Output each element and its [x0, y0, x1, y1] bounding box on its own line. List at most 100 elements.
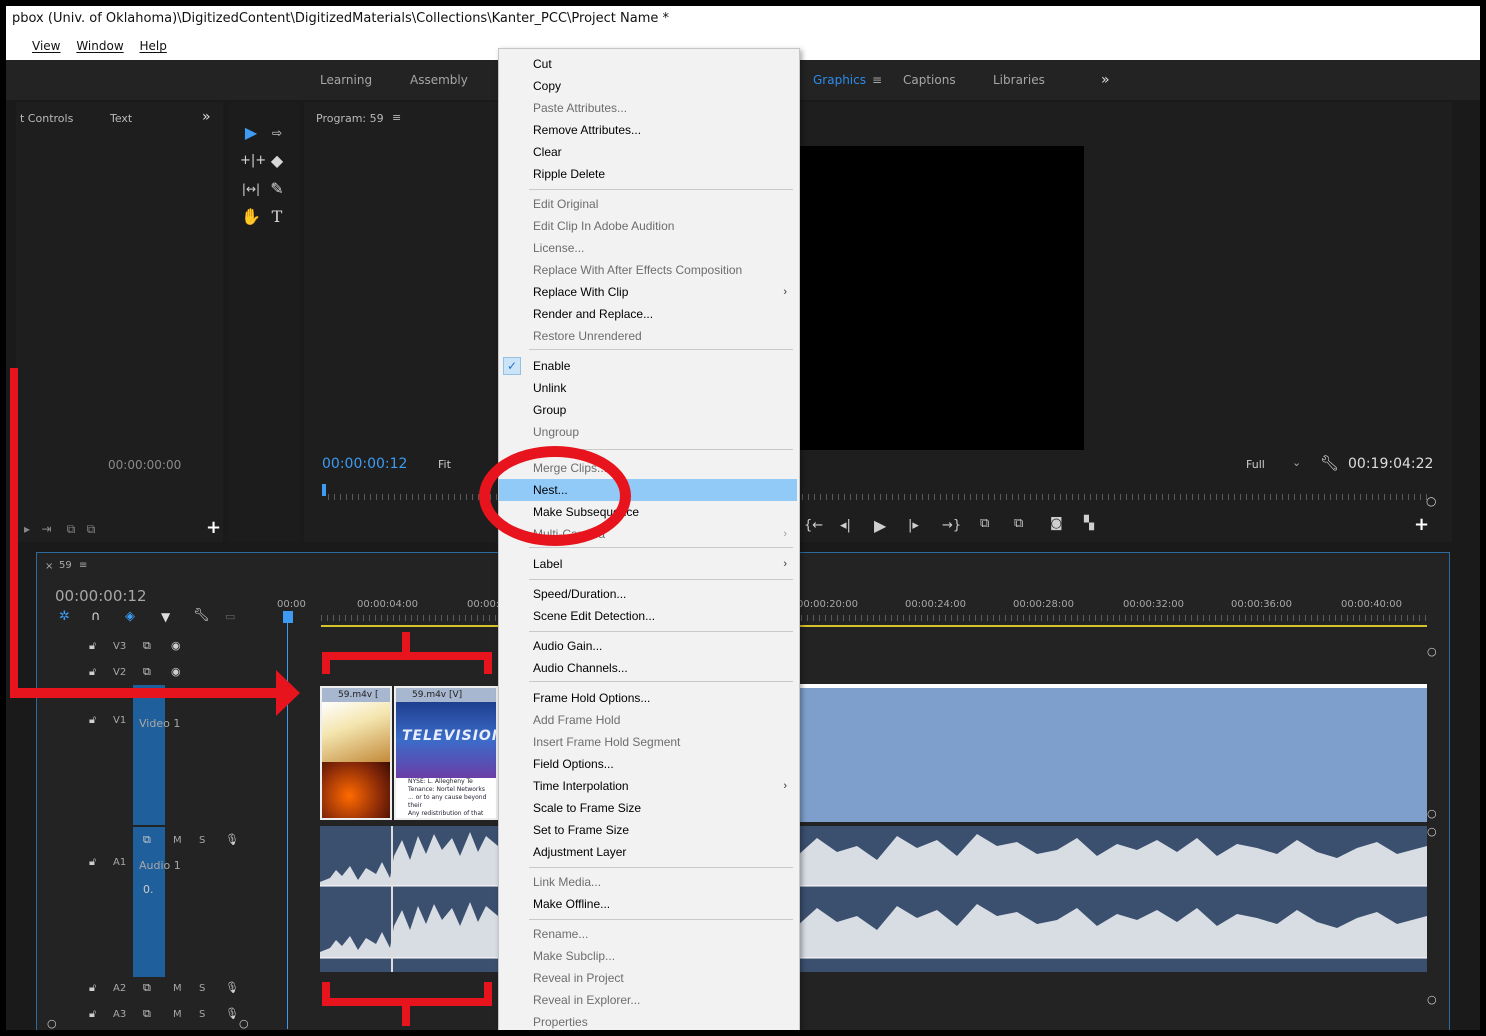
v2-eye-icon[interactable]: ◉ [171, 665, 181, 678]
audio-clip-left[interactable] [320, 826, 498, 972]
pen-tool-icon[interactable]: ✎ [266, 178, 288, 200]
menu-item-render-and-replace[interactable]: Render and Replace... [499, 303, 797, 325]
video-clip-selected[interactable] [797, 684, 1427, 822]
tab-text[interactable]: Text [110, 112, 132, 125]
a1-sync-icon[interactable]: ⧉ [143, 833, 151, 847]
captions-icon[interactable]: ▭ [225, 610, 235, 623]
a3-lock-icon[interactable]: 🔓︎ [89, 1007, 96, 1021]
add-edit-icon[interactable]: ◈ [125, 609, 135, 624]
hand-tool-icon[interactable]: ✋ [240, 206, 262, 228]
go-to-out-icon[interactable]: →} [942, 518, 961, 533]
add-button-icon[interactable]: + [206, 517, 221, 538]
lift-icon[interactable]: ⧉ [980, 516, 989, 531]
type-tool-icon[interactable]: T [266, 206, 288, 228]
timeline-close-icon[interactable]: × [45, 561, 53, 572]
menu-item-frame-hold-options[interactable]: Frame Hold Options... [499, 687, 797, 709]
track-v1[interactable]: V1 [113, 715, 126, 726]
a2-solo[interactable]: S [199, 983, 205, 994]
a2-sync-icon[interactable]: ⧉ [143, 981, 151, 995]
program-tab[interactable]: Program: 59 [316, 112, 384, 125]
quality-select[interactable]: Full [1246, 458, 1265, 471]
a2-lock-icon[interactable]: 🔓︎ [89, 981, 96, 995]
track-a1[interactable]: A1 [113, 857, 126, 868]
menu-item-edit-clip-in-adobe-audition[interactable]: Edit Clip In Adobe Audition [499, 215, 797, 237]
razor-tool-icon[interactable]: ◆ [266, 150, 288, 172]
menu-item-properties[interactable]: Properties [499, 1011, 797, 1030]
timeline-playhead[interactable] [283, 611, 293, 623]
menu-item-enable[interactable]: Enable ✓ [499, 355, 797, 377]
v1-source-patch[interactable] [133, 685, 165, 825]
menu-help[interactable]: Help [139, 32, 166, 60]
snap-icon[interactable]: ✲ [59, 609, 70, 624]
a1-source-patch[interactable] [133, 827, 165, 977]
timeline-ruler[interactable] [321, 615, 1427, 621]
timeline-timecode[interactable]: 00:00:00:12 [55, 587, 147, 605]
menu-item-audio-channels[interactable]: Audio Channels... [499, 657, 797, 679]
workspace-libraries[interactable]: Libraries [993, 60, 1045, 100]
play-icon[interactable]: ▶ [874, 516, 886, 535]
workspace-overflow-icon[interactable]: » [1101, 60, 1110, 100]
menu-item-make-subclip[interactable]: Make Subclip... [499, 945, 797, 967]
v2-sync-icon[interactable]: ⧉ [143, 665, 151, 679]
menu-item-audio-gain[interactable]: Audio Gain... [499, 635, 797, 657]
a3-solo[interactable]: S [199, 1009, 205, 1020]
workspace-assembly[interactable]: Assembly [410, 60, 468, 100]
v2-lock-icon[interactable]: 🔓︎ [89, 665, 96, 679]
selection-tool-icon[interactable]: ▶ [240, 122, 262, 144]
wrench-icon[interactable]: 🔧︎ [1320, 454, 1339, 472]
menu-item-insert-frame-hold-segment[interactable]: Insert Frame Hold Segment [499, 731, 797, 753]
video-clip-1[interactable]: 59.m4v [ [320, 686, 392, 820]
a1-lock-icon[interactable]: 🔓︎ [89, 855, 96, 869]
menu-item-adjustment-layer[interactable]: Adjustment Layer [499, 841, 797, 863]
panel-overflow-icon[interactable]: » [202, 109, 211, 125]
comparison-view-icon[interactable]: ▚ [1084, 516, 1094, 531]
timeline-menu-icon[interactable]: ≡ [79, 560, 87, 571]
quality-dropdown-icon[interactable]: ⌄ [1292, 456, 1301, 469]
audio-clip-right[interactable] [797, 826, 1427, 972]
go-to-in-icon[interactable]: {← [804, 518, 823, 533]
menu-item-reveal-in-explorer[interactable]: Reveal in Explorer... [499, 989, 797, 1011]
track-a2[interactable]: A2 [113, 983, 126, 994]
a3-sync-icon[interactable]: ⧉ [143, 1007, 151, 1021]
track-a3[interactable]: A3 [113, 1009, 126, 1020]
menu-item-clear[interactable]: Clear [499, 141, 797, 163]
workspace-learning[interactable]: Learning [320, 60, 372, 100]
v1-lock-icon[interactable]: 🔓︎ [89, 713, 96, 727]
extract-icon[interactable]: ⧉ [1014, 516, 1023, 531]
a1-mic-icon[interactable]: 🎙︎ [225, 833, 239, 846]
scroll-right-icon[interactable]: ○ [239, 1017, 249, 1030]
menu-item-make-offline[interactable]: Make Offline... [499, 893, 797, 915]
a2-mute[interactable]: M [173, 983, 182, 994]
menu-item-add-frame-hold[interactable]: Add Frame Hold [499, 709, 797, 731]
a3-mic-icon[interactable]: 🎙︎ [225, 1007, 239, 1020]
video-clip-2[interactable]: 59.m4v [V] TELEVISION NYSE: L. Allegheny… [394, 686, 498, 820]
linked-selection-icon[interactable]: ∩ [91, 609, 101, 624]
menu-item-unlink[interactable]: Unlink [499, 377, 797, 399]
menu-item-edit-original[interactable]: Edit Original [499, 193, 797, 215]
a1-mute[interactable]: M [173, 835, 182, 846]
menu-item-speed-duration[interactable]: Speed/Duration... [499, 583, 797, 605]
program-playhead[interactable] [322, 484, 326, 496]
menu-item-replace-with-clip[interactable]: Replace With Clip › [499, 281, 797, 303]
track-select-tool-icon[interactable]: ⇨ [266, 122, 288, 144]
timeline-tab[interactable]: 59 [59, 560, 72, 571]
a1-volume[interactable]: 0. [143, 883, 154, 896]
menu-item-copy[interactable]: Copy [499, 75, 797, 97]
menu-window[interactable]: Window [76, 32, 123, 60]
workspace-graphics[interactable]: Graphics [813, 60, 866, 100]
menu-item-remove-attributes[interactable]: Remove Attributes... [499, 119, 797, 141]
a1-solo[interactable]: S [199, 835, 205, 846]
menu-item-time-interpolation[interactable]: Time Interpolation › [499, 775, 797, 797]
menu-item-reveal-in-project[interactable]: Reveal in Project [499, 967, 797, 989]
slip-tool-icon[interactable]: |↔| [240, 178, 262, 200]
program-add-button-icon[interactable]: + [1414, 514, 1429, 535]
program-menu-icon[interactable]: ≡ [392, 111, 401, 124]
work-area-bar[interactable] [321, 625, 1427, 627]
menu-item-scene-edit-detection[interactable]: Scene Edit Detection... [499, 605, 797, 627]
menu-item-field-options[interactable]: Field Options... [499, 753, 797, 775]
menu-item-ungroup[interactable]: Ungroup [499, 421, 797, 443]
v3-lock-icon[interactable]: 🔓︎ [89, 639, 96, 653]
menu-item-ripple-delete[interactable]: Ripple Delete [499, 163, 797, 185]
menu-view[interactable]: View [32, 32, 60, 60]
menu-item-cut[interactable]: Cut [499, 53, 797, 75]
